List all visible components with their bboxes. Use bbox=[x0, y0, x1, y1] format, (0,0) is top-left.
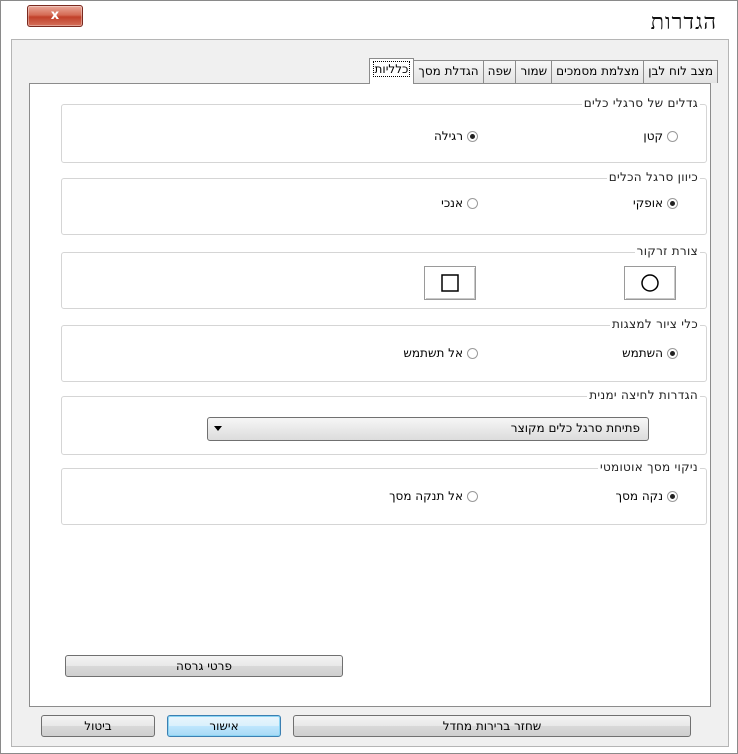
square-shape-button[interactable] bbox=[424, 266, 476, 300]
radio-horizontal-label: אופקי bbox=[633, 196, 663, 210]
tab-bar: כלליות הגדלת מסך שפה שמור מצלמת מסמכים מ… bbox=[368, 58, 718, 84]
toolbar-orientation-group: כיוון סרגל הכלים אופקי אנכי bbox=[61, 170, 707, 235]
toolbar-size-group: גדלים של סרגלי כלים קטן רגילה bbox=[61, 96, 707, 163]
cancel-button[interactable]: ביטול bbox=[41, 715, 155, 737]
right-click-dropdown[interactable]: פתיחת סרגל כלים מקוצר bbox=[207, 417, 649, 441]
radio-dont-use-dot bbox=[467, 347, 478, 359]
radio-dont-clear-label: אל תנקה מסך bbox=[389, 489, 463, 503]
radio-dont-clear[interactable]: אל תנקה מסך bbox=[389, 489, 478, 503]
presentation-tools-group: כלי ציור למצגות השתמש אל תשתמש bbox=[61, 317, 707, 382]
radio-normal[interactable]: רגילה bbox=[434, 129, 478, 143]
radio-small-label: קטן bbox=[643, 129, 663, 143]
radio-vertical[interactable]: אנכי bbox=[441, 196, 478, 210]
tab-document-camera[interactable]: מצלמת מסמכים bbox=[551, 60, 645, 83]
radio-normal-label: רגילה bbox=[433, 129, 463, 143]
spotlight-shape-label: צורת זרקור bbox=[634, 244, 700, 258]
radio-clear[interactable]: נקה מסך bbox=[616, 489, 678, 503]
window-title: הגדרות bbox=[650, 10, 717, 35]
radio-small[interactable]: קטן bbox=[643, 129, 678, 143]
radio-dont-use-label: אל תשתמש bbox=[403, 346, 463, 360]
toolbar-orientation-label: כיוון סרגל הכלים bbox=[606, 170, 700, 184]
radio-use-label: השתמש bbox=[622, 346, 663, 360]
ok-button[interactable]: אישור bbox=[167, 715, 281, 737]
circle-icon bbox=[641, 274, 659, 292]
right-click-selected: פתיחת סרגל כלים מקוצר bbox=[510, 421, 640, 435]
tab-save[interactable]: שמור bbox=[515, 60, 553, 83]
tab-general[interactable]: כלליות bbox=[368, 58, 415, 84]
radio-use-dot bbox=[667, 347, 678, 359]
presentation-tools-label: כלי ציור למצגות bbox=[609, 317, 700, 331]
radio-vertical-dot bbox=[467, 197, 478, 209]
version-info-button[interactable]: פרטי גרסה bbox=[65, 655, 343, 677]
circle-shape-button[interactable] bbox=[624, 266, 676, 300]
tab-language[interactable]: שפה bbox=[482, 60, 517, 83]
radio-normal-dot bbox=[467, 130, 478, 142]
radio-clear-dot bbox=[667, 490, 678, 502]
radio-horizontal-dot bbox=[667, 197, 678, 209]
tab-general-label: כלליות bbox=[372, 61, 411, 77]
radio-vertical-label: אנכי bbox=[441, 196, 463, 210]
dropdown-arrow-icon bbox=[214, 426, 222, 431]
spotlight-shape-group: צורת זרקור bbox=[61, 244, 707, 309]
auto-clear-label: ניקוי מסך אוטומטי bbox=[597, 460, 700, 474]
radio-small-dot bbox=[667, 130, 678, 142]
square-icon bbox=[441, 274, 459, 292]
restore-defaults-button[interactable]: שחזר ברירות מחדל bbox=[293, 715, 691, 737]
radio-clear-label: נקה מסך bbox=[615, 489, 663, 503]
radio-dont-use[interactable]: אל תשתמש bbox=[403, 346, 478, 360]
tab-magnify[interactable]: הגדלת מסך bbox=[413, 60, 484, 83]
radio-use[interactable]: השתמש bbox=[622, 346, 678, 360]
toolbar-size-label: גדלים של סרגלי כלים bbox=[581, 96, 700, 110]
tab-whiteboard[interactable]: מצב לוח לבן bbox=[643, 60, 718, 83]
radio-dont-clear-dot bbox=[467, 490, 478, 502]
settings-window: x הגדרות כלליות הגדלת מסך שפה שמור מצלמת… bbox=[0, 0, 738, 754]
radio-horizontal[interactable]: אופקי bbox=[633, 196, 678, 210]
right-click-group: הגדרות לחיצה ימנית פתיחת סרגל כלים מקוצר bbox=[61, 388, 707, 455]
auto-clear-group: ניקוי מסך אוטומטי נקה מסך אל תנקה מסך bbox=[61, 460, 707, 525]
close-button[interactable]: x bbox=[27, 5, 83, 27]
right-click-label: הגדרות לחיצה ימנית bbox=[587, 388, 700, 402]
